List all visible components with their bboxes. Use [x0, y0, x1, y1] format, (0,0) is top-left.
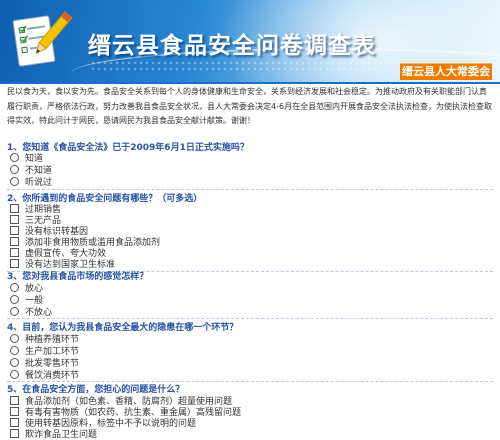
option-label: 餐饮消费环节: [25, 371, 80, 381]
checkbox[interactable]: [10, 248, 19, 257]
radio-button[interactable]: [10, 346, 19, 355]
question-divider: [7, 318, 493, 319]
q4-option-2[interactable]: 生产加工环节: [10, 345, 79, 357]
survey-page: 缙云县食品安全问卷调查表 缙云县人大常委会 民以食为天，食以安为先。食品安全关系…: [0, 0, 500, 440]
checkbox[interactable]: [10, 226, 19, 235]
q1-option-3[interactable]: 听说过: [10, 176, 53, 188]
question-2-label: 2、你所遇到的食品安全问题有哪些？（可多选）: [7, 194, 203, 204]
radio-button[interactable]: [10, 165, 19, 174]
q1-option-2[interactable]: 不知道: [10, 164, 52, 176]
q2-option-6[interactable]: 没有达到国家卫生标准: [10, 258, 115, 270]
q3-option-3[interactable]: 不放心: [10, 306, 53, 318]
organization-badge: 缙云县人大常委会: [400, 63, 492, 80]
checkbox[interactable]: [10, 204, 19, 213]
q4-option-1[interactable]: 种植养殖环节: [10, 333, 79, 345]
checkbox[interactable]: [10, 259, 19, 268]
banner-dots: [90, 60, 390, 74]
radio-button[interactable]: [10, 283, 19, 292]
radio-button[interactable]: [10, 370, 19, 379]
header-divider: [0, 82, 500, 84]
q1-option-1[interactable]: 知道: [10, 152, 43, 164]
radio-button[interactable]: [10, 358, 19, 367]
q3-option-1[interactable]: 放心: [10, 282, 43, 294]
option-label: 不放心: [25, 308, 53, 318]
radio-button[interactable]: [10, 334, 19, 343]
q5-option-4[interactable]: 欺诈食品卫生问题: [10, 428, 98, 440]
q4-option-4[interactable]: 餐饮消费环节: [10, 369, 80, 381]
radio-button[interactable]: [10, 295, 19, 304]
question-1-label: 1、您知道《食品安全法》已于2009年6月1日正式实施吗？: [7, 143, 249, 153]
checkbox[interactable]: [10, 407, 19, 416]
survey-checklist-pencil-icon: [12, 11, 72, 67]
checkbox[interactable]: [10, 429, 19, 438]
radio-button[interactable]: [10, 177, 19, 186]
radio-button[interactable]: [10, 307, 19, 316]
header-banner: 缙云县食品安全问卷调查表 缙云县人大常委会: [0, 0, 500, 82]
checkbox[interactable]: [10, 237, 19, 246]
option-label: 听说过: [25, 178, 53, 188]
q4-option-3[interactable]: 批发零售环节: [10, 357, 79, 369]
radio-button[interactable]: [10, 153, 19, 162]
question-divider: [7, 189, 493, 190]
q3-option-2[interactable]: 一般: [10, 294, 43, 306]
intro-paragraph: 民以食为天，食以安为先。食品安全关系到每个人的身体健康和生命安全，关系到经济发展…: [7, 87, 493, 125]
page-title: 缙云县食品安全问卷调查表: [88, 33, 376, 59]
checkbox[interactable]: [10, 215, 19, 224]
question-3-label: 3、您对我县食品市场的感觉怎样？: [7, 272, 149, 282]
checkbox[interactable]: [10, 418, 19, 427]
option-label: 欺诈食品卫生问题: [25, 430, 98, 440]
checkbox[interactable]: [10, 396, 19, 405]
